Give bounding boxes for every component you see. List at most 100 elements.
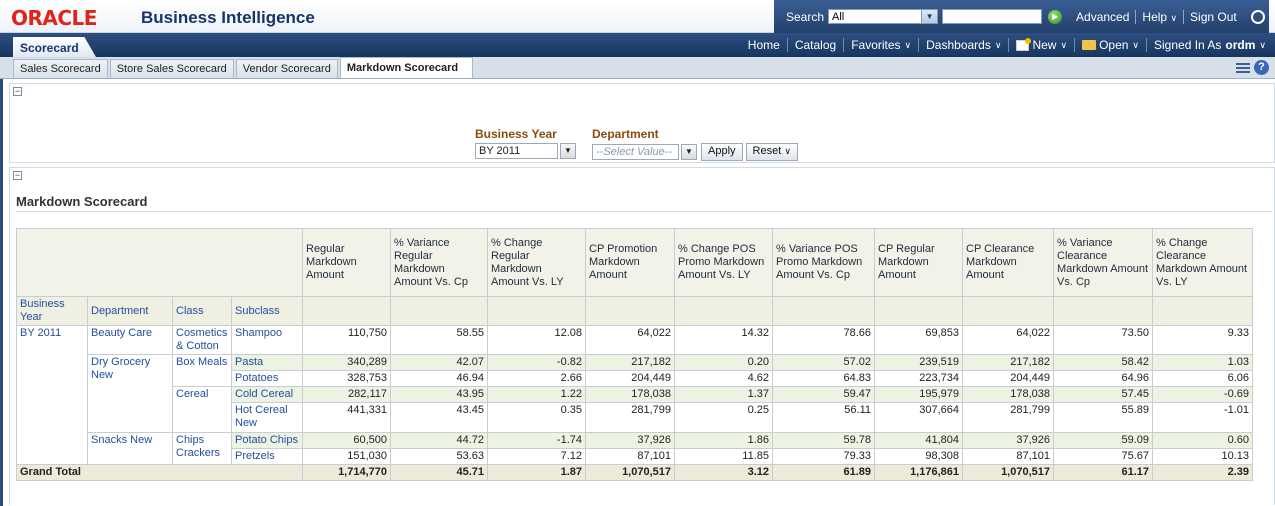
value-cell: 59.78 xyxy=(772,432,875,449)
class-cell[interactable]: Cosmetics & Cotton xyxy=(172,325,232,355)
page-options-icon[interactable] xyxy=(1236,62,1250,73)
subclass-cell[interactable]: Shampoo xyxy=(231,325,303,355)
search-label: Search xyxy=(786,9,825,24)
column-header[interactable]: Regular Markdown Amount xyxy=(302,228,391,297)
class-cell[interactable]: Chips Crackers xyxy=(172,432,232,465)
department-select[interactable]: --Select Value-- xyxy=(592,144,679,160)
tab-vendor-scorecard[interactable]: Vendor Scorecard xyxy=(235,59,338,78)
folder-icon xyxy=(1082,40,1097,50)
column-header[interactable]: % Change Clearance Markdown Amount Vs. L… xyxy=(1152,228,1253,297)
table-row: Snacks New Chips Crackers Potato Chips 6… xyxy=(17,432,1253,465)
subclass-cell[interactable]: Pretzels xyxy=(231,448,303,465)
value-cell: -0.82 xyxy=(487,354,586,371)
new-menu[interactable]: New ∨ xyxy=(1009,37,1074,52)
total-cell: 3.12 xyxy=(674,464,773,481)
business-year-cell[interactable]: BY 2011 xyxy=(16,325,88,465)
table-row: BY 2011 Beauty Care Cosmetics & Cotton S… xyxy=(16,325,1253,465)
department-cell[interactable]: Beauty Care xyxy=(87,325,173,355)
home-link[interactable]: Home xyxy=(741,38,787,52)
dimension-header[interactable]: Department xyxy=(87,296,173,326)
grand-total-label: Grand Total xyxy=(16,464,303,481)
chevron-down-icon: ∨ xyxy=(1259,39,1266,50)
class-cell[interactable]: Cereal xyxy=(172,386,232,433)
dimension-header[interactable]: Class xyxy=(172,296,232,326)
collapse-icon[interactable]: − xyxy=(13,171,22,180)
value-cell: 58.55 xyxy=(390,325,488,355)
class-cell[interactable]: Box Meals xyxy=(172,354,232,387)
search-scope-select[interactable]: All ▼ xyxy=(828,9,939,24)
value-cell: 204,449 xyxy=(585,370,675,387)
chevron-down-icon[interactable]: ▼ xyxy=(560,143,576,159)
value-cell: 239,519 xyxy=(874,354,963,371)
chevron-down-icon[interactable]: ▼ xyxy=(921,10,938,23)
value-cell: 12.08 xyxy=(487,325,586,355)
value-cell: 58.42 xyxy=(1053,354,1153,371)
catalog-link[interactable]: Catalog xyxy=(788,38,843,52)
empty-cell xyxy=(772,296,875,326)
tab-markdown-scorecard[interactable]: Markdown Scorecard xyxy=(339,57,474,78)
chevron-down-icon[interactable]: ▼ xyxy=(681,144,697,160)
value-cell: 1.03 xyxy=(1152,354,1253,371)
dimension-header[interactable]: Business Year xyxy=(16,296,88,326)
department-cell[interactable]: Snacks New xyxy=(87,432,173,465)
busy-indicator-icon xyxy=(1250,9,1265,24)
help-menu[interactable]: Help ∨ xyxy=(1136,10,1183,24)
dimension-header[interactable]: Subclass xyxy=(231,296,303,326)
total-cell: 2.39 xyxy=(1152,464,1253,481)
value-cell: 6.06 xyxy=(1152,370,1253,387)
advanced-link[interactable]: Advanced xyxy=(1070,10,1135,24)
dashboard-tab-scorecard[interactable]: Scorecard xyxy=(13,37,96,57)
value-cell: 1.37 xyxy=(674,386,773,403)
empty-cell xyxy=(1053,296,1153,326)
column-header[interactable]: CP Promotion Markdown Amount xyxy=(585,228,675,297)
total-cell: 1.87 xyxy=(487,464,586,481)
value-cell: 43.95 xyxy=(390,386,488,403)
value-cell: 441,331 xyxy=(302,402,391,433)
column-header[interactable]: CP Clearance Markdown Amount xyxy=(962,228,1054,297)
tab-store-sales-scorecard[interactable]: Store Sales Scorecard xyxy=(109,59,234,78)
subclass-cell[interactable]: Pasta xyxy=(231,354,303,371)
department-cell[interactable]: Dry Grocery New xyxy=(87,354,173,433)
help-icon[interactable]: ? xyxy=(1254,60,1269,75)
column-header[interactable]: % Change POS Promo Markdown Amount Vs. L… xyxy=(674,228,773,297)
subclass-cell[interactable]: Potato Chips xyxy=(231,432,303,449)
value-cell: 64.96 xyxy=(1053,370,1153,387)
value-cell: 9.33 xyxy=(1152,325,1253,355)
empty-cell xyxy=(390,296,488,326)
subclass-cell[interactable]: Hot Cereal New xyxy=(231,402,303,433)
help-menu-label: Help xyxy=(1142,9,1168,24)
favorites-menu[interactable]: Favorites ∨ xyxy=(844,38,918,52)
value-cell: 59.47 xyxy=(772,386,875,403)
value-cell: 328,753 xyxy=(302,370,391,387)
column-header[interactable]: % Variance Regular Markdown Amount Vs. C… xyxy=(390,228,488,297)
sign-out-link[interactable]: Sign Out xyxy=(1184,10,1243,24)
business-year-label: Business Year xyxy=(475,127,557,141)
value-cell: 223,734 xyxy=(874,370,963,387)
column-header[interactable]: CP Regular Markdown Amount xyxy=(874,228,963,297)
open-label: Open xyxy=(1099,38,1129,52)
apply-button[interactable]: Apply xyxy=(701,143,743,161)
value-cell: 98,308 xyxy=(874,448,963,465)
column-header[interactable]: % Variance POS Promo Markdown Amount Vs.… xyxy=(772,228,875,297)
collapse-icon[interactable]: − xyxy=(13,87,22,96)
subclass-cell[interactable]: Cold Cereal xyxy=(231,386,303,403)
value-cell: 60,500 xyxy=(302,432,391,449)
dashboards-menu[interactable]: Dashboards ∨ xyxy=(919,38,1008,52)
chevron-down-icon: ∨ xyxy=(1132,39,1140,50)
value-cell: 0.25 xyxy=(674,402,773,433)
reset-button[interactable]: Reset ∨ xyxy=(745,143,798,161)
column-header[interactable]: % Variance Clearance Markdown Amount Vs.… xyxy=(1053,228,1153,297)
open-menu[interactable]: Open ∨ xyxy=(1075,38,1146,52)
total-cell: 1,714,770 xyxy=(302,464,391,481)
top-header: ORACLE Business Intelligence Search All … xyxy=(0,0,1275,33)
empty-cell xyxy=(1152,296,1253,326)
business-year-select[interactable]: BY 2011 xyxy=(475,143,558,159)
subclass-cell[interactable]: Potatoes xyxy=(231,370,303,387)
dimension-header-row: Business Year Department Class Subclass xyxy=(16,296,1253,326)
column-header[interactable]: % Change Regular Markdown Amount Vs. LY xyxy=(487,228,586,297)
value-cell: 340,289 xyxy=(302,354,391,371)
search-input[interactable] xyxy=(942,9,1043,24)
tab-sales-scorecard[interactable]: Sales Scorecard xyxy=(13,59,108,78)
user-menu[interactable]: Signed In As ordm ∨ xyxy=(1147,38,1273,52)
search-go-icon[interactable]: ▶ xyxy=(1048,9,1063,24)
